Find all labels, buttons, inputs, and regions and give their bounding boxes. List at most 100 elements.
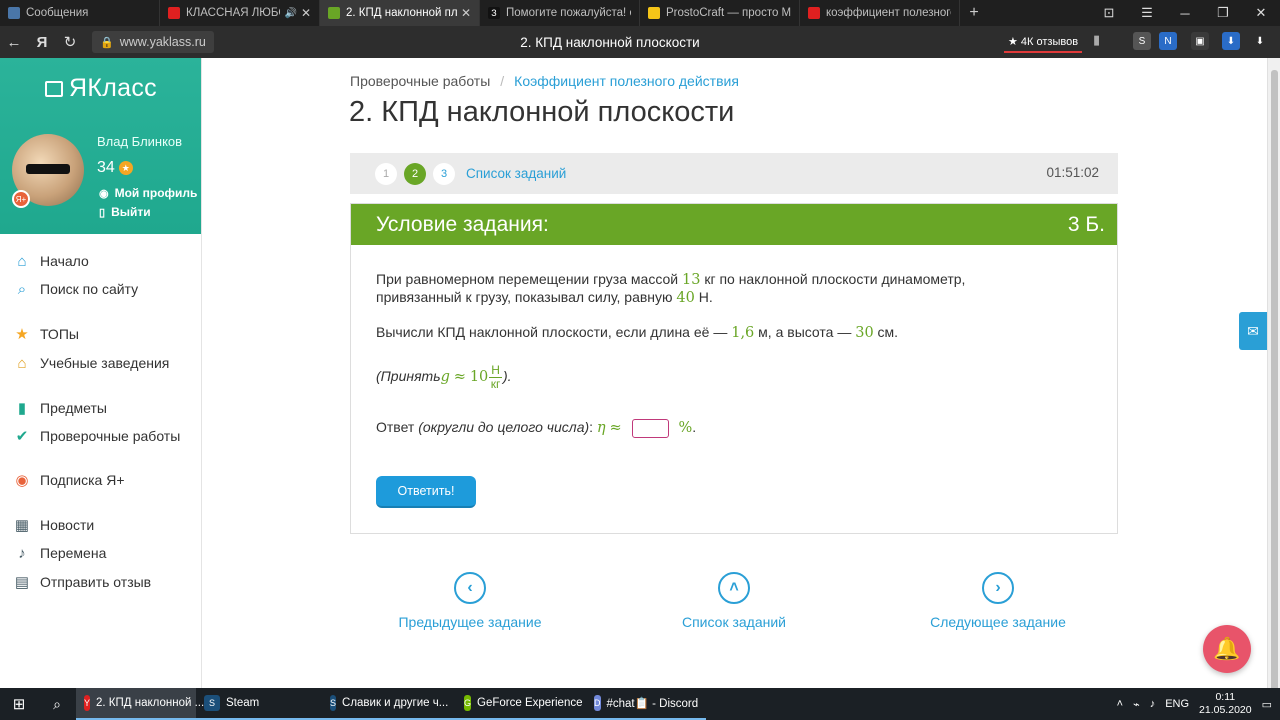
mail-feedback-icon[interactable]: ✉ bbox=[1239, 312, 1267, 350]
windows-taskbar: ⊞ ⌕ Y 2. КПД наклонной ... S Steam S Сла… bbox=[0, 688, 1280, 720]
back-icon[interactable]: ← bbox=[0, 26, 28, 58]
submit-answer-button[interactable]: Ответить! bbox=[376, 476, 476, 508]
browser-menu-bookmark-icon[interactable]: ⊡ bbox=[1090, 0, 1128, 26]
taskbar-app-geforce[interactable]: G GeForce Experience bbox=[456, 688, 586, 720]
breadcrumb-current[interactable]: Коэффициент полезного действия bbox=[514, 73, 739, 89]
sidebar-item-subjects[interactable]: ▮ Предметы bbox=[12, 396, 107, 420]
sidebar-item-label: Учебные заведения bbox=[40, 355, 170, 371]
browser-tab[interactable]: Сообщения bbox=[0, 0, 160, 26]
volume-icon[interactable]: ♪ bbox=[1150, 698, 1156, 710]
task-points: 3 Б. bbox=[1067, 212, 1105, 236]
next-task-nav[interactable]: › Следующее задание bbox=[888, 572, 1108, 630]
sidebar-item-feedback[interactable]: ▤ Отправить отзыв bbox=[12, 570, 151, 594]
sidebar-item-break[interactable]: ♪ Перемена bbox=[12, 541, 106, 565]
language-indicator[interactable]: ENG bbox=[1165, 698, 1189, 710]
task-text-line-1: При равномерном перемещении груза массой… bbox=[376, 270, 965, 289]
next-task-label: Следующее задание bbox=[930, 614, 1066, 630]
search-icon[interactable]: ⌕ bbox=[38, 688, 76, 720]
tab-label: КЛАССНАЯ ЛЮБОВЬ bbox=[186, 7, 280, 19]
yaplus-badge-icon: Я+ bbox=[12, 190, 30, 208]
taskbar-app-steam-chat[interactable]: S Славик и другие ч... bbox=[322, 688, 456, 720]
scrollbar-thumb[interactable] bbox=[1271, 70, 1278, 698]
step-3[interactable]: 3 bbox=[433, 162, 455, 185]
taskbar-app-discord[interactable]: D #chat📋 - Discord bbox=[586, 688, 706, 720]
step-1[interactable]: 1 bbox=[375, 162, 397, 185]
yaklass-icon bbox=[328, 7, 340, 19]
vertical-scrollbar[interactable] bbox=[1267, 58, 1280, 698]
tab-label: коэффициент полезного д bbox=[826, 7, 951, 19]
skype-extension-icon[interactable]: S bbox=[1133, 32, 1151, 50]
downloads-icon[interactable]: ⬇ bbox=[1251, 32, 1269, 50]
notifications-icon[interactable]: ▭ bbox=[1262, 698, 1272, 711]
sound-icon[interactable]: 🔊 bbox=[284, 8, 296, 19]
yandex-icon bbox=[808, 7, 820, 19]
taskbar-app-label: #chat📋 - Discord bbox=[606, 698, 699, 710]
tray-chevron-up-icon[interactable]: ˄ bbox=[1117, 698, 1123, 710]
text-fragment: Н. bbox=[694, 289, 713, 305]
step-2-current[interactable]: 2 bbox=[404, 162, 426, 185]
browser-tab-active[interactable]: 2. КПД наклонной плос ✕ bbox=[320, 0, 480, 26]
yandex-home-icon[interactable]: Я bbox=[28, 26, 56, 58]
browser-tab[interactable]: ProstoCraft — просто Май bbox=[640, 0, 800, 26]
new-tab-icon[interactable]: + bbox=[960, 0, 988, 26]
network-icon[interactable]: ⌁ bbox=[1133, 698, 1140, 711]
taskbar-app-browser[interactable]: Y 2. КПД наклонной ... bbox=[76, 688, 204, 720]
sidebar-item-label: Предметы bbox=[40, 400, 107, 416]
close-window-icon[interactable]: ✕ bbox=[1242, 0, 1280, 26]
breadcrumb: Проверочные работы / Коэффициент полезно… bbox=[350, 73, 739, 89]
g-value: 10 bbox=[469, 369, 489, 385]
sidebar-item-home[interactable]: ⌂ Начало bbox=[12, 249, 89, 273]
profile-link[interactable]: ◉ Мой профиль bbox=[99, 186, 197, 200]
sidebar-item-tops[interactable]: ★ ТОПы bbox=[12, 322, 79, 346]
new-extension-icon[interactable]: N bbox=[1159, 32, 1177, 50]
tab-label: 2. КПД наклонной плос bbox=[346, 7, 457, 19]
znanija-icon: З bbox=[488, 7, 500, 19]
main-content: Проверочные работы / Коэффициент полезно… bbox=[203, 58, 1267, 688]
close-tab-icon[interactable]: ✕ bbox=[301, 6, 311, 20]
clock-date: 21.05.2020 bbox=[1199, 704, 1252, 716]
browser-tab[interactable]: З Помогите пожалуйста! оч bbox=[480, 0, 640, 26]
youtube-icon bbox=[168, 7, 180, 19]
minimize-icon[interactable]: ─ bbox=[1166, 0, 1204, 26]
collections-icon[interactable]: ⬇ bbox=[1222, 32, 1240, 50]
text-fragment: Ответ bbox=[376, 419, 419, 435]
user-points: 34 ★ bbox=[97, 159, 133, 177]
windows-start-icon[interactable]: ⊞ bbox=[0, 688, 38, 720]
breadcrumb-root[interactable]: Проверочные работы bbox=[350, 73, 490, 89]
clock[interactable]: 0:11 21.05.2020 bbox=[1199, 691, 1252, 717]
sidebar-item-news[interactable]: ▦ Новости bbox=[12, 513, 94, 537]
screenshot-extension-icon[interactable]: ▣ bbox=[1191, 32, 1209, 50]
sidebar-item-tests[interactable]: ✔ Проверочные работы bbox=[12, 424, 181, 448]
answer-hint: (округли до целого числа) bbox=[418, 419, 590, 435]
sidebar-item-label: Отправить отзыв bbox=[40, 574, 152, 590]
taskbar-app-steam[interactable]: S Steam bbox=[196, 688, 322, 720]
sidebar-item-label: Начало bbox=[40, 253, 89, 269]
address-bar: ← Я ↻ 🔒 www.yaklass.ru 2. КПД наклонной … bbox=[0, 26, 1280, 58]
sidebar-item-institutions[interactable]: ⌂ Учебные заведения bbox=[12, 351, 169, 375]
close-tab-icon[interactable]: ✕ bbox=[461, 6, 471, 20]
hamburger-menu-icon[interactable]: ☰ bbox=[1128, 0, 1166, 26]
task-list-nav[interactable]: ˄ Список заданий bbox=[624, 572, 844, 630]
notification-bell-icon[interactable]: 🔔 bbox=[1203, 625, 1251, 673]
answer-input[interactable] bbox=[631, 418, 669, 438]
prev-task-nav[interactable]: ‹ Предыдущее задание bbox=[360, 572, 580, 630]
browser-tab[interactable]: КЛАССНАЯ ЛЮБОВЬ 🔊 ✕ bbox=[160, 0, 320, 26]
url-field[interactable]: 🔒 www.yaklass.ru bbox=[92, 31, 214, 53]
bookmark-icon[interactable]: ▮ bbox=[1093, 32, 1100, 48]
approx-sign: ≈ bbox=[609, 420, 622, 436]
points-value: 34 bbox=[97, 159, 115, 176]
profile-icon: ◉ bbox=[99, 187, 109, 200]
steam-icon: S bbox=[204, 695, 220, 711]
sidebar-item-search[interactable]: ⌕ Поиск по сайту bbox=[12, 277, 138, 301]
browser-tab[interactable]: коэффициент полезного д bbox=[800, 0, 960, 26]
logout-link[interactable]: ▯ Выйти bbox=[99, 205, 151, 219]
percent-sign: % bbox=[678, 420, 693, 436]
task-progress-bar: 1 2 3 Список заданий 01:51:02 bbox=[350, 153, 1118, 194]
user-name[interactable]: Влад Блинков bbox=[97, 134, 182, 149]
reviews-badge[interactable]: ★ 4К отзывов bbox=[1004, 31, 1083, 53]
sidebar-item-subscription[interactable]: ◉ Подписка Я+ bbox=[12, 468, 124, 492]
reload-icon[interactable]: ↻ bbox=[56, 26, 84, 58]
restore-icon[interactable]: ❐ bbox=[1204, 0, 1242, 26]
yaklass-logo[interactable]: ЯКласс bbox=[0, 74, 202, 103]
tasks-list-link[interactable]: Список заданий bbox=[466, 166, 566, 181]
